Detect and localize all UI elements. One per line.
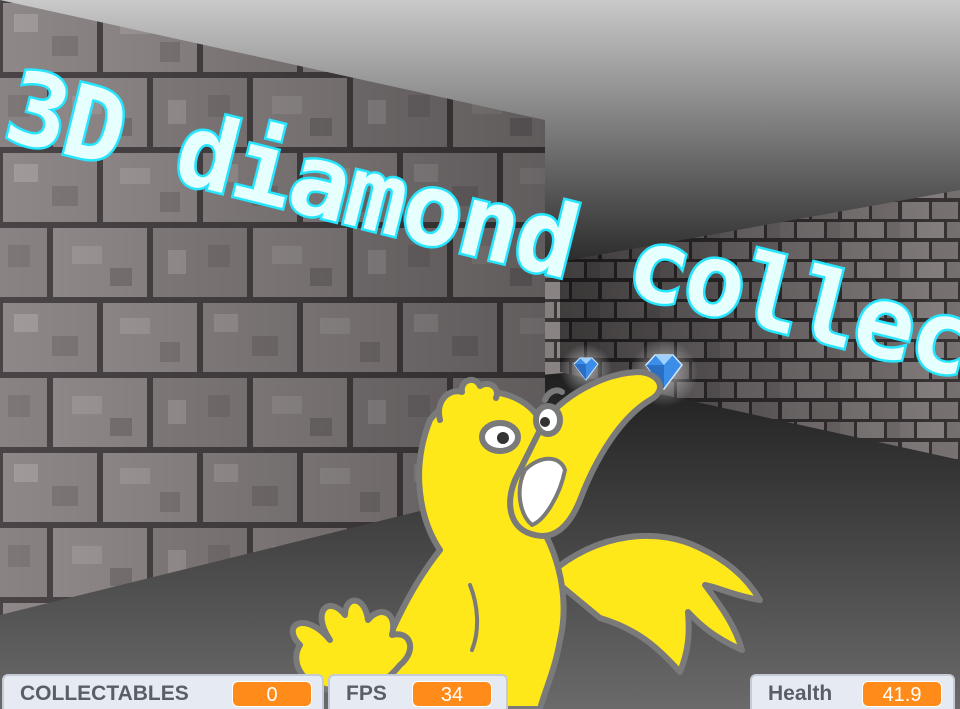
health-label: Health <box>768 682 833 705</box>
collectables-monitor: COLLECTABLES 0 <box>2 674 324 709</box>
game-viewport: 3D diamond collect <box>0 0 960 709</box>
health-value: 41.9 <box>862 681 942 707</box>
fps-label: FPS <box>346 682 387 705</box>
collectables-label: COLLECTABLES <box>20 682 189 705</box>
collectables-value: 0 <box>232 681 312 707</box>
fps-monitor: FPS 34 <box>328 674 508 709</box>
health-monitor: Health 41.9 <box>750 674 955 709</box>
game-stage[interactable]: 3D diamond collect COLLECTABLES 0 FPS 34… <box>0 0 960 709</box>
fps-value: 34 <box>412 681 492 707</box>
